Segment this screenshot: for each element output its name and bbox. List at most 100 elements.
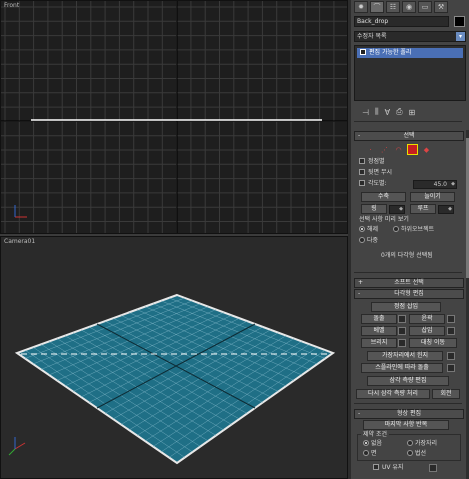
show-end-result-icon[interactable]: ⫼ — [375, 107, 379, 117]
bevel-button[interactable]: 베벨 — [361, 326, 397, 336]
loop-button[interactable]: 루프 — [410, 204, 436, 214]
object-color-swatch[interactable] — [454, 16, 465, 27]
bridge-button[interactable]: 브리지 — [361, 338, 397, 348]
ignore-backfacing-label: 뒷면 무시 — [368, 169, 392, 176]
extrude-along-spline-button[interactable]: 스플라인에 따라 돌출 — [361, 363, 443, 373]
display-icon[interactable]: ▭ — [418, 1, 432, 13]
edit-geometry-rollout-header[interactable]: - 형상 편집 — [354, 409, 464, 419]
constraint-normal-label: 법선 — [415, 450, 427, 457]
selection-status: 0개의 다각형 선택됨 — [381, 252, 433, 259]
divider — [354, 272, 462, 273]
create-icon[interactable]: ✹ — [354, 1, 368, 13]
constraint-normal-radio[interactable]: 법선 — [407, 450, 426, 458]
camera-viewport-label[interactable]: Camera01 — [4, 238, 35, 245]
camera-scene — [1, 237, 347, 478]
vertex-level-icon[interactable]: · — [365, 144, 376, 155]
utilities-icon[interactable]: ⚒ — [434, 1, 448, 13]
constraint-none-label: 없음 — [371, 440, 383, 447]
angle-spinner[interactable]: 45.0 — [413, 180, 457, 189]
modifier-stack: 편집 가능한 폴리 — [354, 45, 466, 101]
preview-off-radio[interactable]: 해제 — [359, 226, 378, 234]
extrude-settings-button[interactable] — [398, 315, 406, 323]
object-name-field[interactable]: Back_drop — [354, 16, 449, 27]
flip-button[interactable]: 대칭 이동 — [409, 338, 457, 348]
constraints-title: 제약 조건 — [361, 431, 389, 439]
edit-triangulation-button[interactable]: 삼각 측량 편집 — [367, 376, 449, 386]
soft-selection-title: 소프트 선택 — [394, 279, 424, 286]
ring-button[interactable]: 링 — [361, 204, 387, 214]
border-level-icon[interactable]: ◠ — [393, 144, 404, 155]
front-viewport[interactable]: Front — [0, 0, 348, 234]
command-panel: ✹ ⌒ ☷ ◉ ▭ ⚒ Back_drop 수정자 목록 ▾ 편집 가능한 폴리 ⊣ ⫼ ∀ ⎙… — [351, 0, 469, 479]
make-unique-icon[interactable]: ∀ — [385, 108, 390, 117]
front-viewport-label[interactable]: Front — [4, 2, 19, 9]
preserve-uvs-label: UV 유지 — [382, 464, 404, 471]
constraint-face-radio[interactable]: 면 — [363, 450, 377, 458]
collapse-sign: - — [358, 132, 361, 139]
expand-sign: + — [358, 279, 364, 286]
edge-level-icon[interactable]: ⋰ — [379, 144, 390, 155]
preview-multi-label: 다중 — [367, 237, 379, 244]
pin-stack-icon[interactable]: ⊣ — [362, 108, 369, 117]
extrude-button[interactable]: 돌출 — [361, 314, 397, 324]
stack-tools: ⊣ ⫼ ∀ ⎙ ⊞ — [354, 104, 466, 120]
command-panel-tabs: ✹ ⌒ ☷ ◉ ▭ ⚒ — [354, 1, 448, 13]
stack-item-label: 편집 가능한 폴리 — [369, 49, 412, 56]
edit-polygons-title: 다각형 편집 — [394, 290, 424, 297]
inset-settings-button[interactable] — [447, 327, 455, 335]
configure-sets-icon[interactable]: ⊞ — [409, 108, 416, 117]
constraint-edge-radio[interactable]: 가장자리 — [407, 440, 437, 448]
repeat-last-button[interactable]: 마지막 사항 반복 — [363, 420, 449, 430]
hinge-settings-button[interactable] — [447, 352, 455, 360]
stack-item-editable-poly[interactable]: 편집 가능한 폴리 — [357, 48, 463, 58]
modifier-list-dropdown[interactable]: 수정자 목록 ▾ — [354, 31, 466, 42]
divider — [354, 403, 462, 404]
loop-spinner[interactable] — [438, 205, 454, 214]
by-vertex-checkbox[interactable]: 정점별 — [359, 158, 385, 166]
polygon-level-icon[interactable]: ■ — [407, 144, 418, 155]
by-angle-label: 각도별: — [368, 180, 387, 187]
modifier-list-label: 수정자 목록 — [357, 33, 387, 40]
bevel-settings-button[interactable] — [398, 327, 406, 335]
preserve-uvs-settings-button[interactable] — [429, 464, 437, 472]
outline-button[interactable]: 윤곽 — [409, 314, 445, 324]
extrude-spline-settings-button[interactable] — [447, 364, 455, 372]
camera-viewport[interactable]: Camera01 — [0, 236, 348, 479]
edit-geometry-title: 형상 편집 — [397, 410, 421, 417]
preview-multi-radio[interactable]: 다중 — [359, 237, 378, 245]
turn-button[interactable]: 회전 — [432, 389, 460, 399]
ring-spinner[interactable] — [389, 205, 405, 214]
modify-icon[interactable]: ⌒ — [370, 1, 384, 13]
grow-button[interactable]: 늘이기 — [410, 192, 455, 202]
edit-polygons-rollout-header[interactable]: - 다각형 편집 — [354, 289, 464, 299]
front-grid — [1, 1, 347, 233]
element-level-icon[interactable]: ◆ — [421, 144, 432, 155]
collapse-sign: - — [358, 290, 361, 297]
divider — [354, 121, 462, 122]
expand-icon[interactable] — [360, 49, 366, 55]
soft-selection-rollout-header[interactable]: + 소프트 선택 — [354, 278, 464, 288]
hierarchy-icon[interactable]: ☷ — [386, 1, 400, 13]
ignore-backfacing-checkbox[interactable]: 뒷면 무시 — [359, 169, 392, 177]
preview-off-label: 해제 — [367, 226, 379, 233]
selection-rollout-title: 선택 — [403, 132, 415, 139]
preview-subobject-radio[interactable]: 하위오브젝트 — [393, 226, 434, 234]
shrink-button[interactable]: 수축 — [361, 192, 406, 202]
bridge-settings-button[interactable] — [398, 339, 406, 347]
by-angle-checkbox[interactable]: 각도별: — [359, 180, 387, 188]
constraint-none-radio[interactable]: 없음 — [363, 440, 382, 448]
hinge-from-edge-button[interactable]: 가장자리에서 힌지 — [367, 351, 443, 361]
constraint-edge-label: 가장자리 — [415, 440, 438, 447]
preview-subobject-label: 하위오브젝트 — [401, 226, 435, 233]
inset-button[interactable]: 삽입 — [409, 326, 445, 336]
by-vertex-label: 정점별 — [368, 158, 385, 165]
preserve-uvs-checkbox[interactable]: UV 유지 — [373, 464, 403, 472]
insert-vertex-button[interactable]: 정점 삽입 — [371, 302, 441, 312]
retriangulate-button[interactable]: 다시 삼각 측량 처리 — [356, 389, 430, 399]
outline-settings-button[interactable] — [447, 315, 455, 323]
remove-modifier-icon[interactable]: ⎙ — [396, 107, 402, 117]
constraint-face-label: 면 — [371, 450, 377, 457]
collapse-sign: - — [358, 410, 361, 417]
motion-icon[interactable]: ◉ — [402, 1, 416, 13]
selection-rollout-header[interactable]: - 선택 — [354, 131, 464, 141]
